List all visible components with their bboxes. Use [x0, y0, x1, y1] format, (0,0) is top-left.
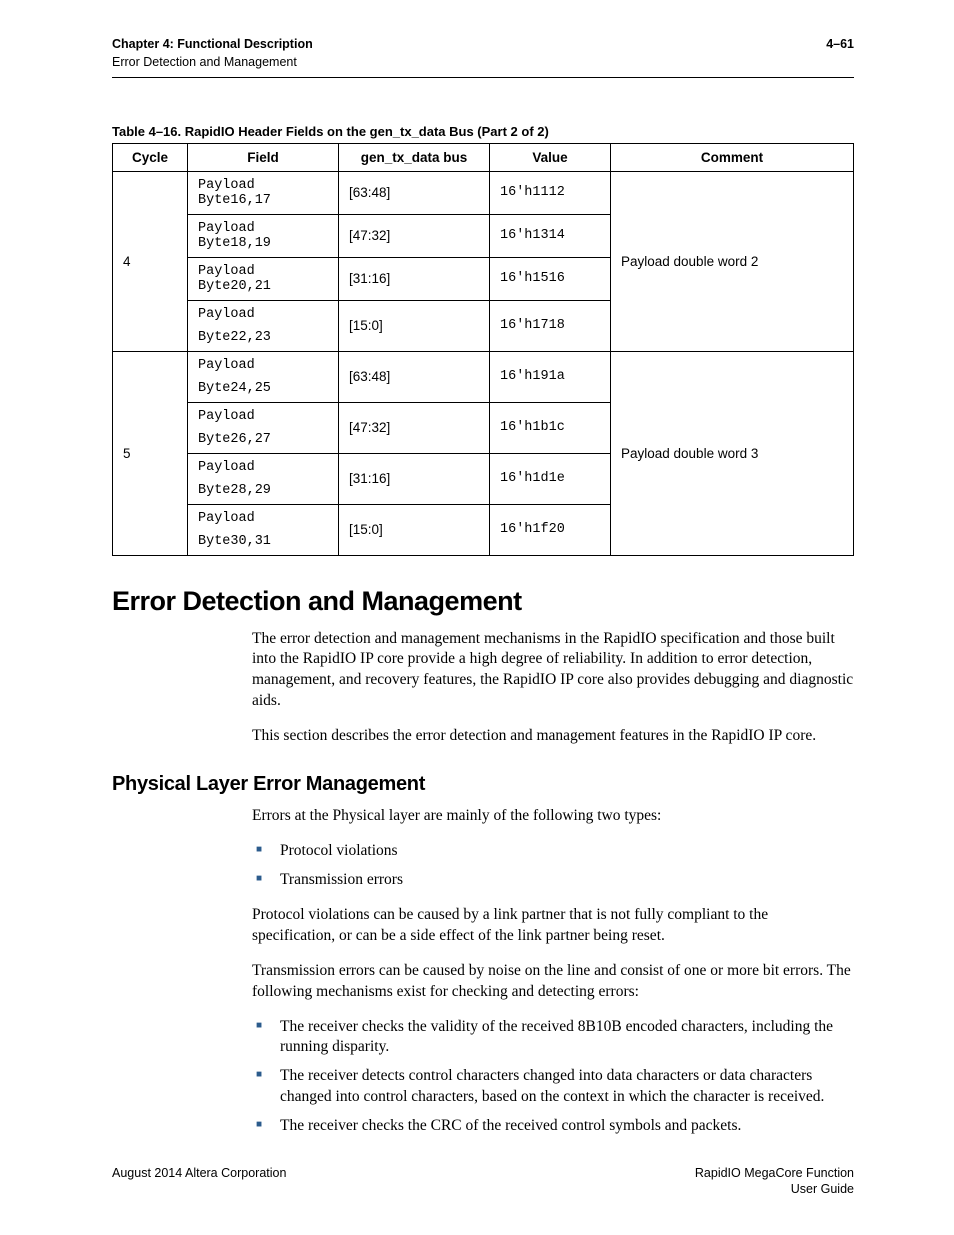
cell-comment: Payload double word 2 [611, 171, 854, 351]
cell-field: PayloadByte24,25 [188, 351, 339, 402]
cell-field: PayloadByte28,29 [188, 453, 339, 504]
cell-value: 16'h1b1c [490, 402, 611, 453]
footer-doc-subtitle: User Guide [695, 1181, 854, 1197]
cell-comment: Payload double word 3 [611, 351, 854, 555]
cell-bus: [15:0] [339, 300, 490, 351]
cell-bus: [31:16] [339, 453, 490, 504]
cell-field: PayloadByte30,31 [188, 504, 339, 555]
footer-left: August 2014 Altera Corporation [112, 1165, 286, 1198]
cell-bus: [15:0] [339, 504, 490, 555]
cell-bus: [47:32] [339, 402, 490, 453]
cell-field: PayloadByte20,21 [188, 257, 339, 300]
body-paragraph: Transmission errors can be caused by noi… [252, 961, 854, 1003]
header-rule [112, 77, 854, 78]
body-paragraph: Protocol violations can be caused by a l… [252, 905, 854, 947]
list-item: Protocol violations [252, 841, 854, 862]
header-page-number: 4–61 [826, 36, 854, 71]
cell-field: PayloadByte18,19 [188, 214, 339, 257]
col-comment: Comment [611, 143, 854, 171]
data-table: Cycle Field gen_tx_data bus Value Commen… [112, 143, 854, 556]
bullet-list: The receiver checks the validity of the … [252, 1017, 854, 1138]
cell-cycle: 4 [113, 171, 188, 351]
cell-bus: [63:48] [339, 351, 490, 402]
cell-value: 16'h1718 [490, 300, 611, 351]
cell-value: 16'h191a [490, 351, 611, 402]
cell-value: 16'h1d1e [490, 453, 611, 504]
cell-bus: [47:32] [339, 214, 490, 257]
bullet-list: Protocol violations Transmission errors [252, 841, 854, 891]
cell-field: PayloadByte22,23 [188, 300, 339, 351]
table-caption: Table 4–16. RapidIO Header Fields on the… [112, 124, 854, 139]
header-chapter: Chapter 4: Functional Description [112, 36, 313, 52]
cell-field: PayloadByte16,17 [188, 171, 339, 214]
list-item: The receiver checks the validity of the … [252, 1017, 854, 1059]
col-field: Field [188, 143, 339, 171]
cell-value: 16'h1516 [490, 257, 611, 300]
subsection-heading: Physical Layer Error Management [112, 773, 854, 796]
cell-value: 16'h1f20 [490, 504, 611, 555]
cell-bus: [63:48] [339, 171, 490, 214]
header-subtitle: Error Detection and Management [112, 54, 313, 70]
cell-value: 16'h1112 [490, 171, 611, 214]
col-value: Value [490, 143, 611, 171]
list-item: The receiver checks the CRC of the recei… [252, 1116, 854, 1137]
page-header: Chapter 4: Functional Description Error … [112, 36, 854, 71]
cell-cycle: 5 [113, 351, 188, 555]
body-paragraph: Errors at the Physical layer are mainly … [252, 806, 854, 827]
cell-bus: [31:16] [339, 257, 490, 300]
page-footer: August 2014 Altera Corporation RapidIO M… [112, 1165, 854, 1198]
section-heading: Error Detection and Management [112, 586, 854, 617]
body-paragraph: The error detection and management mecha… [252, 629, 854, 713]
col-cycle: Cycle [113, 143, 188, 171]
col-bus: gen_tx_data bus [339, 143, 490, 171]
body-paragraph: This section describes the error detecti… [252, 726, 854, 747]
cell-value: 16'h1314 [490, 214, 611, 257]
list-item: Transmission errors [252, 870, 854, 891]
cell-field: PayloadByte26,27 [188, 402, 339, 453]
footer-doc-title: RapidIO MegaCore Function [695, 1165, 854, 1181]
list-item: The receiver detects control characters … [252, 1066, 854, 1108]
